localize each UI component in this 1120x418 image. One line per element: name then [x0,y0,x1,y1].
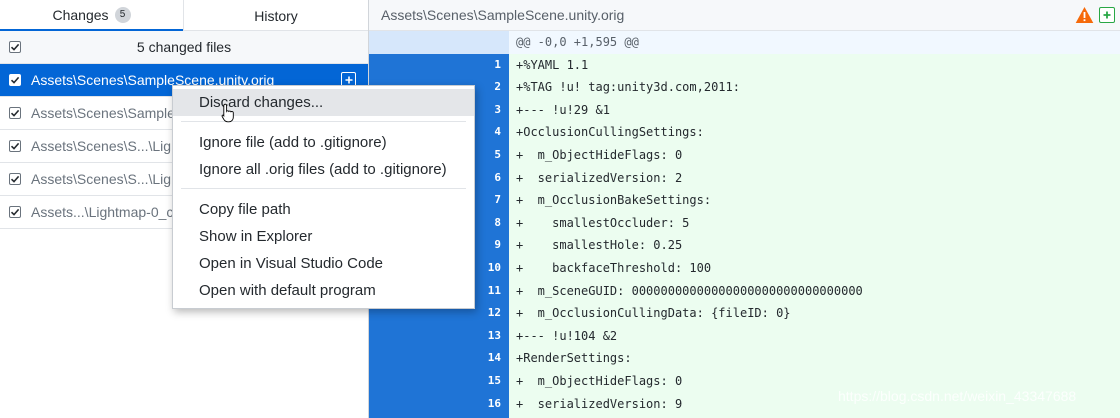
line-text: + smallestHole: 0.25 [516,238,683,253]
line-text: + serializedVersion: 2 [516,170,683,185]
file-context-menu: Discard changes... Ignore file (add to .… [172,85,475,309]
diff-hunk-header: @@ -0,0 +1,595 @@ [369,31,1120,54]
tab-history-label: History [254,7,298,24]
file-name: Assets\Scenes\S...\Light [31,171,183,187]
diff-line[interactable]: 3 +--- !u!29 &1 [369,99,1120,122]
changed-files-header: 5 changed files [0,31,368,64]
line-text: +OcclusionCullingSettings: [516,125,704,140]
line-text: +--- !u!29 &1 [516,102,610,117]
menu-item-copy-file-path[interactable]: Copy file path [173,196,474,223]
line-number: 13 [487,328,501,342]
line-text: + m_ObjectHideFlags: 0 [516,374,683,388]
file-checkbox[interactable] [9,173,21,185]
changes-count-badge: 5 [114,6,131,23]
line-text: + serializedVersion: 9 [516,396,683,411]
menu-item-open-default-program[interactable]: Open with default program [173,277,474,304]
diff-line[interactable]: 1 +%YAML 1.1 [369,54,1120,77]
diff-line[interactable]: 2 +%TAG !u! tag:unity3d.com,2011: [369,76,1120,99]
hunk-header-text: @@ -0,0 +1,595 @@ [516,35,639,49]
watermark: https://blog.csdn.net/weixin_43347688 [838,388,1077,404]
diff-line[interactable]: 4 +OcclusionCullingSettings: [369,121,1120,144]
menu-separator [181,188,466,189]
diff-line[interactable]: 10 + backfaceThreshold: 100 [369,257,1120,280]
line-text: +%TAG !u! tag:unity3d.com,2011: [516,80,740,95]
file-checkbox[interactable] [9,206,21,218]
line-text: +RenderSettings: [516,351,632,366]
menu-item-show-in-explorer[interactable]: Show in Explorer [173,223,474,250]
diff-line[interactable]: 14 +RenderSettings: [369,347,1120,370]
hand-pointer-icon [221,103,234,123]
file-name: Assets\Scenes\S...\Light [31,138,183,154]
file-name: Assets\Scenes\SampleS [31,105,185,121]
menu-item-ignore-extension[interactable]: Ignore all .orig files (add to .gitignor… [173,156,474,183]
diff-line[interactable]: 11 + m_SceneGUID: 00000000000000000000000… [369,280,1120,303]
line-number: 16 [487,396,501,410]
line-text: + m_OcclusionBakeSettings: [516,193,712,208]
diff-line[interactable]: 5 + m_ObjectHideFlags: 0 [369,144,1120,167]
tab-history[interactable]: History [183,0,368,31]
diff-file-path: Assets\Scenes\SampleScene.unity.orig [381,7,625,23]
file-name: Assets...\Lightmap-0_co [31,204,182,220]
line-text: + m_ObjectHideFlags: 0 [516,148,683,162]
diff-view: @@ -0,0 +1,595 @@ 1 +%YAML 1.1 2 +%TAG !u!… [369,31,1120,418]
select-all-checkbox[interactable] [9,41,21,53]
line-text: + smallestOccluder: 5 [516,215,690,230]
changed-files-count-label: 5 changed files [136,39,232,55]
diff-line[interactable]: 13 +--- !u!104 &2 [369,325,1120,348]
menu-item-discard-changes[interactable]: Discard changes... [173,89,474,116]
line-text: +--- !u!104 &2 [516,328,618,343]
file-checkbox[interactable] [9,74,21,86]
file-added-icon [1099,7,1115,23]
line-number: 15 [487,374,501,387]
sidebar-tabs: Changes 5 History [0,0,368,31]
menu-item-ignore-file[interactable]: Ignore file (add to .gitignore) [173,129,474,156]
diff-line[interactable]: 8 + smallestOccluder: 5 [369,212,1120,235]
line-text: +%YAML 1.1 [516,57,589,72]
line-text: + backfaceThreshold: 100 [516,261,712,275]
diff-line[interactable]: 9 + smallestHole: 0.25 [369,234,1120,257]
diff-header: Assets\Scenes\SampleScene.unity.orig [369,0,1120,31]
menu-item-open-in-editor[interactable]: Open in Visual Studio Code [173,250,474,277]
line-number: 1 [494,57,501,71]
diff-line[interactable]: 7 + m_OcclusionBakeSettings: [369,189,1120,212]
hunk-expand-gutter [369,31,509,54]
diff-line[interactable]: 6 + serializedVersion: 2 [369,167,1120,190]
file-checkbox[interactable] [9,107,21,119]
tab-changes[interactable]: Changes 5 [0,0,183,31]
diff-line[interactable]: 12 + m_OcclusionCullingData: {fileID: 0} [369,302,1120,325]
file-checkbox[interactable] [9,140,21,152]
warning-icon[interactable] [1075,6,1094,24]
line-number: 14 [487,351,501,365]
tab-changes-label: Changes [52,6,109,23]
line-text: + m_OcclusionCullingData: {fileID: 0} [516,306,791,321]
line-text: + m_SceneGUID: 0000000000000000000000000… [516,283,863,298]
